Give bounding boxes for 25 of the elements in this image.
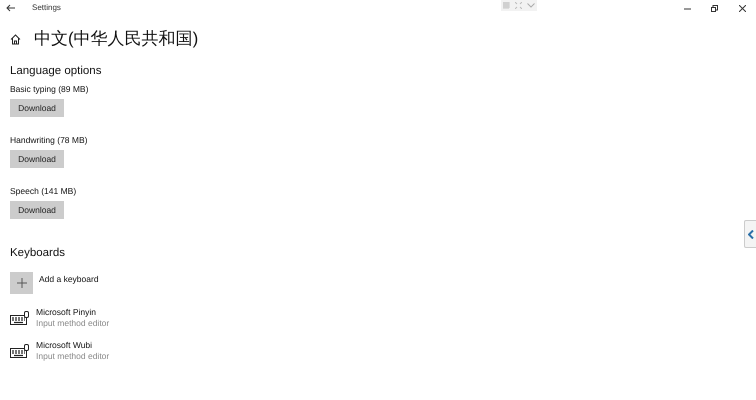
keyboard-name[interactable]: Microsoft Pinyin (36, 307, 110, 318)
download-button[interactable]: Download (10, 150, 64, 168)
section-heading: Keyboards (10, 246, 66, 261)
option-label: Speech (141 MB) (10, 186, 78, 197)
window-title: Settings (32, 2, 61, 14)
home-icon[interactable] (10, 34, 21, 44)
option-label: Basic typing (89 MB) (10, 84, 90, 95)
option-label: Handwriting (78 MB) (10, 135, 88, 146)
close-icon[interactable] (739, 4, 746, 12)
section-heading: Language options (10, 64, 102, 79)
keyboard-icon (10, 344, 29, 358)
back-icon[interactable] (6, 4, 16, 12)
keyboard-name[interactable]: Microsoft Wubi (36, 340, 110, 351)
side-panel-tab[interactable] (744, 220, 756, 248)
keyboard-icon (10, 310, 29, 326)
restore-icon[interactable] (711, 4, 718, 12)
download-button[interactable]: Download (10, 99, 64, 118)
chevron-left-icon (748, 230, 754, 238)
add-keyboard-link[interactable]: Add a keyboard (39, 273, 99, 285)
download-button[interactable]: Download (10, 201, 64, 220)
plus-icon (16, 278, 26, 288)
keyboard-description: Input method editor (36, 351, 110, 362)
keyboard-description: Input method editor (36, 318, 110, 329)
add-button[interactable] (10, 272, 33, 294)
page-heading: 中文(中华人民共和国) (34, 28, 198, 50)
